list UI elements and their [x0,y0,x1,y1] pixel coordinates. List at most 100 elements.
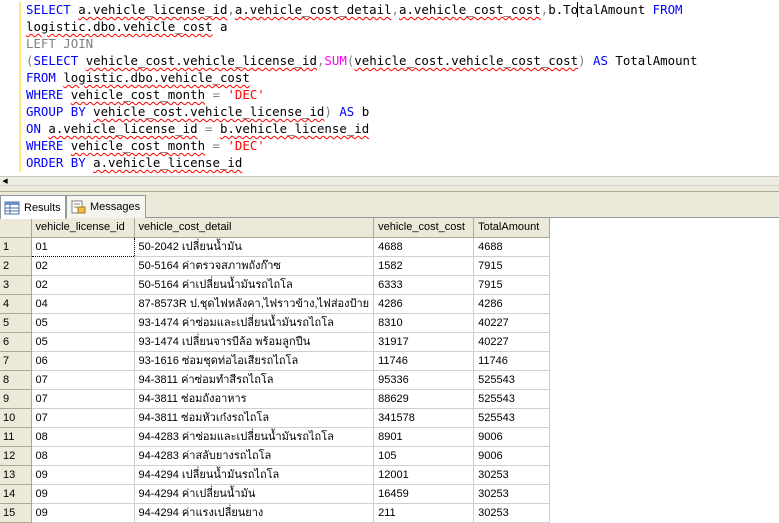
grid-cell[interactable]: 12001 [373,465,475,485]
grid-cell[interactable]: 50-2042 เปลี่ยนน้ำมัน [134,237,375,257]
grid-cell[interactable]: 93-1474 ค่าซ่อมและเปลี่ยนน้ำมันรถไถโล [134,313,375,333]
sql-line[interactable]: SELECT a.vehicle_license_id,a.vehicle_co… [26,1,683,18]
grid-cell[interactable]: 02 [31,256,135,276]
sql-line[interactable]: GROUP BY vehicle_cost.vehicle_license_id… [26,103,369,120]
grid-cell[interactable]: 02 [31,275,135,295]
grid-cell[interactable]: 525543 [473,389,551,409]
grid-cell[interactable]: 4688 [373,237,475,257]
table-row[interactable]: 15 09 94-4294 ค่าแรงเปลี่ยนยาง 211 30253 [0,503,551,523]
grid-cell[interactable]: 87-8573R ป.ชุดไฟหลังคา,ไฟราวข้าง,ไฟส่องป… [134,294,375,314]
row-number[interactable]: 14 [0,484,32,504]
grid-cell[interactable]: 08 [31,446,135,466]
results-grid[interactable]: vehicle_license_id vehicle_cost_detail v… [0,218,779,523]
grid-cell[interactable]: 07 [31,370,135,390]
tab-messages[interactable]: Messages [66,195,146,218]
grid-cell[interactable]: 94-4294 ค่าแรงเปลี่ยนยาง [134,503,375,523]
grid-cell[interactable]: 1582 [373,256,475,276]
grid-cell[interactable]: 94-3811 ค่าซ่อมทำสีรถไถโล [134,370,375,390]
grid-cell[interactable]: 50-5164 ค่าตรวจสภาพถังก๊าซ [134,256,375,276]
row-number[interactable]: 5 [0,313,32,333]
sql-line[interactable]: logistic.dbo.vehicle_cost a [26,18,227,35]
grid-cell[interactable]: 04 [31,294,135,314]
grid-cell[interactable]: 341578 [373,408,475,428]
grid-cell[interactable]: 50-5164 ค่าเปลี่ยนน้ำมันรถไถโล [134,275,375,295]
table-row[interactable]: 12 08 94-4283 ค่าสลับยางรถไถโล 105 9006 [0,446,551,466]
sql-line[interactable]: WHERE vehicle_cost_month = 'DEC' [26,86,265,103]
grid-cell[interactable]: 08 [31,427,135,447]
grid-cell[interactable]: 8901 [373,427,475,447]
grid-cell[interactable]: 40227 [473,332,551,352]
grid-cell[interactable]: 8310 [373,313,475,333]
grid-cell[interactable]: 9006 [473,427,551,447]
column-header[interactable]: vehicle_cost_cost [373,218,475,238]
table-row[interactable]: 4 04 87-8573R ป.ชุดไฟหลังคา,ไฟราวข้าง,ไฟส่… [0,294,551,314]
grid-cell[interactable]: 105 [373,446,475,466]
grid-cell[interactable]: 4688 [473,237,551,257]
sql-line[interactable]: ON a.vehicle_license_id = b.vehicle_lice… [26,120,369,137]
editor-horizontal-scrollbar[interactable]: ◀ [0,176,779,185]
row-number[interactable]: 13 [0,465,32,485]
grid-cell[interactable]: 7915 [473,256,551,276]
grid-cell[interactable]: 95336 [373,370,475,390]
grid-cell[interactable]: 93-1474 เปลี่ยนจารบีล้อ พร้อมลูกปืน [134,332,375,352]
sql-editor[interactable]: SELECT a.vehicle_license_id,a.vehicle_co… [0,0,779,176]
row-number[interactable]: 6 [0,332,32,352]
table-row[interactable]: 3 02 50-5164 ค่าเปลี่ยนน้ำมันรถไถโล 6333 791… [0,275,551,295]
grid-corner[interactable] [0,218,32,238]
grid-cell[interactable]: 09 [31,484,135,504]
grid-cell[interactable]: 9006 [473,446,551,466]
grid-cell[interactable]: 525543 [473,370,551,390]
grid-cell[interactable]: 11746 [373,351,475,371]
row-number[interactable]: 8 [0,370,32,390]
table-row[interactable]: 11 08 94-4283 ค่าซ่อมและเปลี่ยนน้ำมันรถไถโ… [0,427,551,447]
grid-cell[interactable]: 30253 [473,465,551,485]
sql-line[interactable]: FROM logistic.dbo.vehicle_cost [26,69,250,86]
table-row[interactable]: 5 05 93-1474 ค่าซ่อมและเปลี่ยนน้ำมันรถไถโล… [0,313,551,333]
row-number[interactable]: 4 [0,294,32,314]
grid-cell[interactable]: 05 [31,313,135,333]
grid-cell[interactable]: 94-4294 เปลี่ยนน้ำมันรถไถโล [134,465,375,485]
grid-cell[interactable]: 94-3811 ซ่อมหัวเก๋งรถไถโล [134,408,375,428]
grid-cell[interactable]: 94-4283 ค่าสลับยางรถไถโล [134,446,375,466]
table-row[interactable]: 6 05 93-1474 เปลี่ยนจารบีล้อ พร้อมลูกปืน 31… [0,332,551,352]
table-row[interactable]: 10 07 94-3811 ซ่อมหัวเก๋งรถไถโล 341578 52554… [0,408,551,428]
row-number[interactable]: 1 [0,237,32,257]
table-row[interactable]: 2 02 50-5164 ค่าตรวจสภาพถังก๊าซ 1582 7915 [0,256,551,276]
grid-cell[interactable]: 4286 [373,294,475,314]
grid-cell[interactable]: 525543 [473,408,551,428]
grid-cell[interactable]: 30253 [473,484,551,504]
grid-cell[interactable]: 16459 [373,484,475,504]
sql-line[interactable]: ORDER BY a.vehicle_license_id [26,154,242,171]
grid-cell[interactable]: 94-4294 ค่าเปลี่ยนน้ำมัน [134,484,375,504]
scroll-left-arrow-icon[interactable]: ◀ [1,177,9,185]
sql-line[interactable]: WHERE vehicle_cost_month = 'DEC' [26,137,265,154]
grid-cell[interactable]: 93-1616 ซ่อมชุดท่อไอเสียรถไถโล [134,351,375,371]
row-number[interactable]: 10 [0,408,32,428]
grid-cell[interactable]: 09 [31,503,135,523]
grid-cell[interactable]: 07 [31,389,135,409]
grid-cell[interactable]: 09 [31,465,135,485]
table-row[interactable]: 8 07 94-3811 ค่าซ่อมทำสีรถไถโล 95336 525543 [0,370,551,390]
grid-cell[interactable]: 06 [31,351,135,371]
grid-cell[interactable]: 01 [30,236,135,257]
table-row[interactable]: 14 09 94-4294 ค่าเปลี่ยนน้ำมัน 16459 30253 [0,484,551,504]
sql-line[interactable]: (SELECT vehicle_cost.vehicle_license_id,… [26,52,697,69]
grid-cell[interactable]: 88629 [373,389,475,409]
table-row[interactable]: 13 09 94-4294 เปลี่ยนน้ำมันรถไถโล 12001 3025… [0,465,551,485]
row-number[interactable]: 12 [0,446,32,466]
column-header[interactable]: TotalAmount [473,218,551,238]
grid-cell[interactable]: 211 [373,503,475,523]
grid-cell[interactable]: 05 [31,332,135,352]
table-row[interactable]: 9 07 94-3811 ซ่อมถังอาหาร 88629 525543 [0,389,551,409]
row-number[interactable]: 7 [0,351,32,371]
grid-cell[interactable]: 4286 [473,294,551,314]
grid-cell[interactable]: 11746 [473,351,551,371]
grid-cell[interactable]: 94-3811 ซ่อมถังอาหาร [134,389,375,409]
sql-line[interactable]: LEFT JOIN [26,35,93,52]
table-row[interactable]: 1 01 50-2042 เปลี่ยนน้ำมัน 4688 4688 [0,236,551,257]
grid-cell[interactable]: 30253 [473,503,551,523]
grid-cell[interactable]: 31917 [373,332,475,352]
grid-cell[interactable]: 07 [31,408,135,428]
row-number[interactable]: 3 [0,275,32,295]
row-number[interactable]: 2 [0,256,32,276]
